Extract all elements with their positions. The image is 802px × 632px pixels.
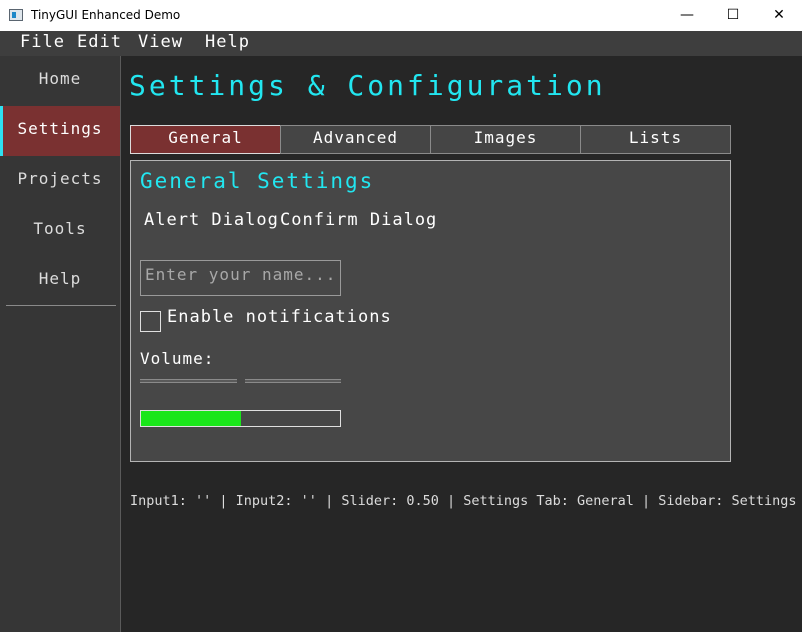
tab-general[interactable]: General [130,125,281,154]
maximize-button[interactable]: ☐ [710,0,756,31]
app-icon [9,9,23,21]
tab-advanced[interactable]: Advanced [280,125,431,154]
notifications-checkbox[interactable] [140,311,161,332]
status-line: Input1: '' | Input2: '' | Slider: 0.50 |… [130,493,797,509]
sidebar-divider [6,305,116,306]
notifications-label[interactable]: Enable notifications [167,304,392,330]
panel-title: General Settings [140,169,375,193]
menu-view[interactable]: View [138,31,183,56]
minimize-button[interactable]: — [664,0,710,31]
sidebar-item-tools[interactable]: Tools [0,206,120,256]
confirm-dialog-button[interactable]: Confirm Dialog [280,207,437,233]
menu-help[interactable]: Help [205,31,250,56]
window-title: TinyGUI Enhanced Demo [31,8,181,22]
sidebar-item-projects[interactable]: Projects [0,156,120,206]
sidebar: Home Settings Projects Tools Help [0,56,121,632]
tab-lists[interactable]: Lists [580,125,731,154]
name-input-placeholder: Enter your name... [145,265,337,284]
progress-fill [141,411,241,426]
volume-slider-track-left[interactable] [140,379,237,383]
close-button[interactable]: ✕ [756,0,802,31]
menu-edit[interactable]: Edit [77,31,122,56]
progress-bar [140,410,341,427]
sidebar-item-settings[interactable]: Settings [0,106,120,156]
volume-label: Volume: [140,349,215,368]
window-titlebar[interactable]: TinyGUI Enhanced Demo — ☐ ✕ [0,0,802,31]
sidebar-item-home[interactable]: Home [0,56,120,106]
sidebar-item-help[interactable]: Help [0,256,120,306]
alert-dialog-button[interactable]: Alert Dialog [144,207,279,233]
volume-slider-track-right[interactable] [245,379,341,383]
menu-bar: File Edit View Help [0,31,802,56]
menu-file[interactable]: File [20,31,65,56]
tab-images[interactable]: Images [430,125,581,154]
page-title: Settings & Configuration [129,69,606,102]
